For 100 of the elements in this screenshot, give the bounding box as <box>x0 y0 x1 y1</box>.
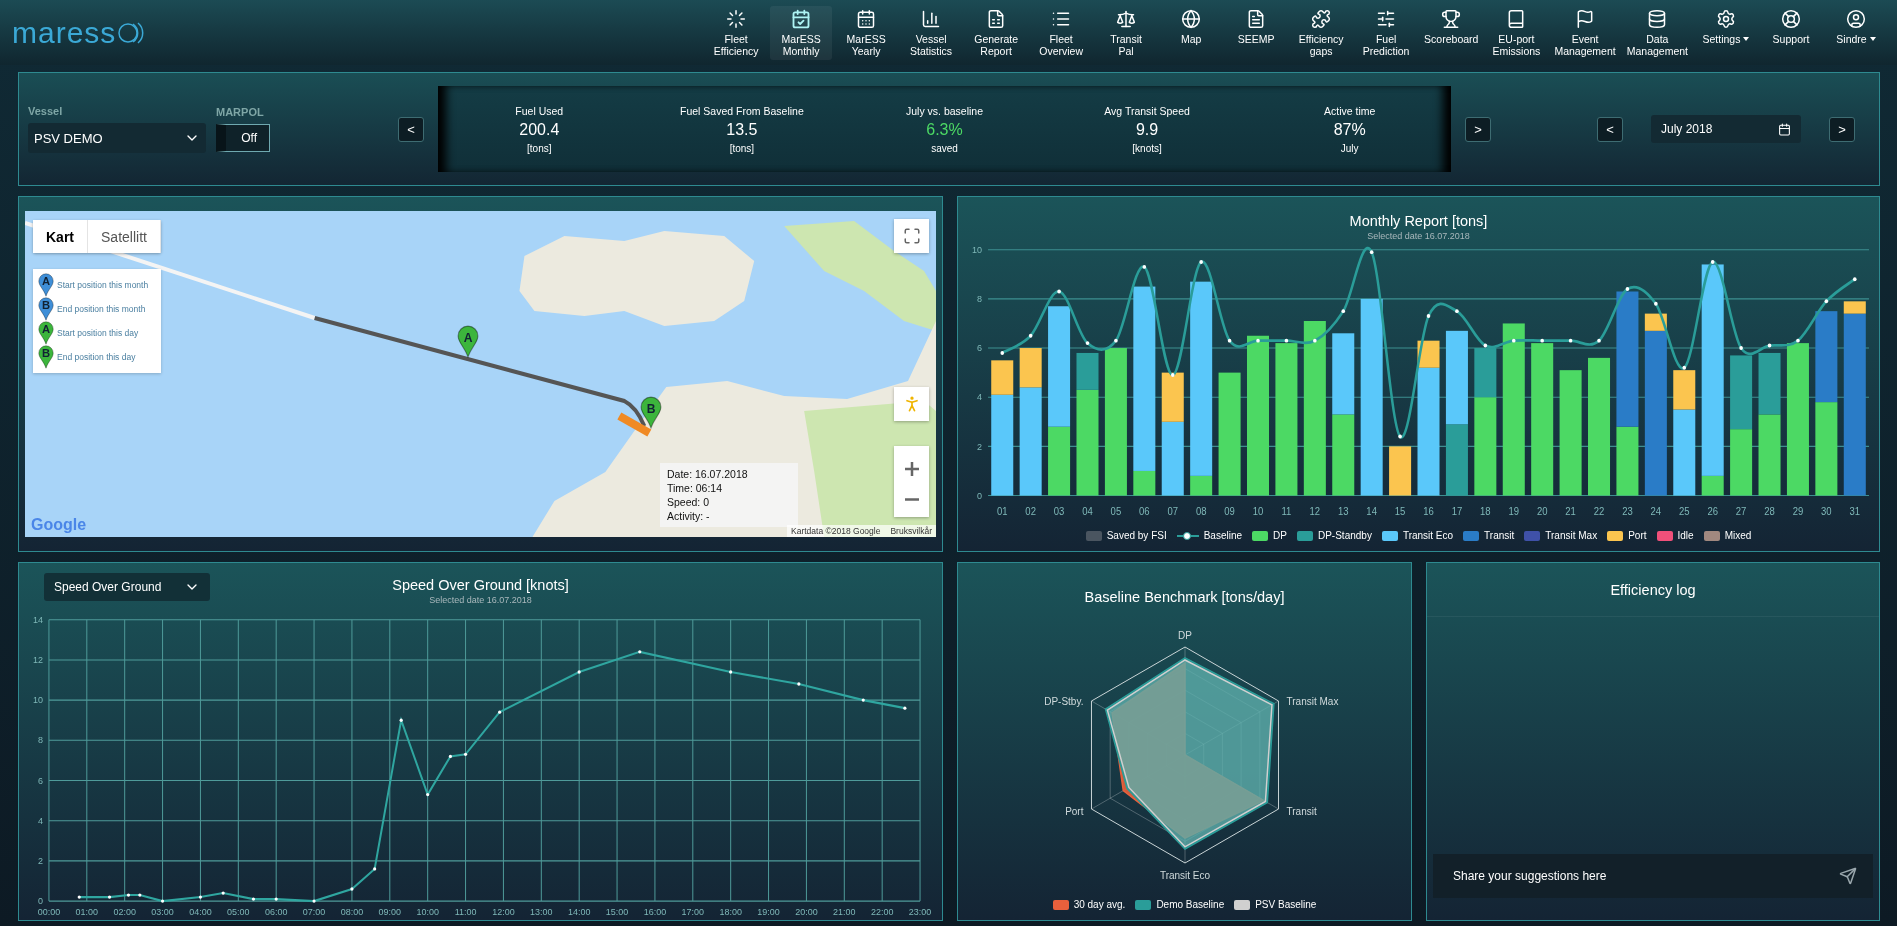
nav-item[interactable]: SEEMP <box>1225 5 1288 48</box>
axis-label: 09:00 <box>378 906 401 917</box>
tooltip-line: Date: 16.07.2018 <box>667 468 749 480</box>
axis-label: 16 <box>1423 505 1434 518</box>
axis-label: 08 <box>1195 505 1207 518</box>
kpi-value: 9.9 <box>1135 120 1159 139</box>
data-point <box>448 754 452 759</box>
nav-item[interactable]: Fleet Efficiency <box>705 5 768 60</box>
nav-item[interactable]: Generate Report <box>965 5 1028 60</box>
lifebuoy-icon <box>1781 8 1801 29</box>
nav-item[interactable]: MarESS Monthly <box>770 5 833 60</box>
dotted-circle-icon <box>726 8 747 29</box>
map-marker[interactable]: B <box>640 396 662 429</box>
nav-item[interactable]: Fuel Prediction <box>1355 5 1418 60</box>
axis-label: Port <box>1064 806 1083 817</box>
data-point <box>1426 314 1431 319</box>
axis-label: 2 <box>37 855 43 867</box>
legend-label: End position this day <box>57 352 136 362</box>
data-point <box>1341 309 1346 314</box>
data-point <box>1625 287 1630 291</box>
calendar-icon <box>856 8 877 29</box>
nav-item[interactable]: Fleet Overview <box>1030 5 1093 60</box>
fullscreen-icon <box>902 227 921 245</box>
nav-item[interactable]: Settings <box>1695 5 1757 48</box>
nav-item[interactable]: EU-port Emissions <box>1485 5 1548 60</box>
previous-button[interactable]: < <box>398 116 424 142</box>
axis-label: 00:00 <box>37 906 61 917</box>
nav-item[interactable]: Scoreboard <box>1420 5 1483 48</box>
suggestion-input[interactable]: Share your suggestions here <box>1433 854 1873 898</box>
marpol-toggle[interactable]: Off <box>216 124 270 152</box>
axis-label: 6 <box>37 775 43 786</box>
data-point <box>221 891 225 895</box>
axis-label: 8 <box>977 292 983 305</box>
sliders-icon <box>1376 8 1397 29</box>
calendar-icon <box>1778 122 1791 136</box>
zoom-in-icon <box>904 462 919 476</box>
axis-label: 16:00 <box>643 906 667 917</box>
axis-label: 22 <box>1593 505 1605 518</box>
nav-item[interactable]: Sindre <box>1825 5 1887 48</box>
bar-chart-icon <box>921 8 942 29</box>
nav-item[interactable]: Support <box>1760 5 1822 48</box>
map-marker[interactable]: A <box>457 325 479 358</box>
legend-label: Saved by FSI <box>1106 530 1167 541</box>
data-point <box>1568 338 1573 343</box>
axis-label: 12 <box>32 654 43 666</box>
axis-label: 17:00 <box>681 906 704 917</box>
nav-item[interactable]: Map <box>1160 5 1223 48</box>
legend-label: DP-Standby <box>1317 530 1372 541</box>
axis-label: 05:00 <box>227 906 250 917</box>
axis-label: 30 <box>1821 505 1832 518</box>
axis-label: 03 <box>1053 505 1065 518</box>
axis-label: 14 <box>32 614 43 625</box>
metric-select[interactable]: Speed Over Ground <box>44 573 210 601</box>
data-point <box>1313 338 1317 343</box>
fullscreen-button[interactable] <box>894 219 929 253</box>
data-point <box>312 899 316 903</box>
next-month-button[interactable]: > <box>1829 116 1855 142</box>
axis-label: 25 <box>1679 505 1690 518</box>
scales-icon <box>1116 8 1137 29</box>
data-point <box>107 895 112 899</box>
kpi-label: Fuel Used <box>515 104 564 117</box>
axis-label: 4 <box>977 391 983 403</box>
nav-item[interactable]: Event Management <box>1550 5 1620 60</box>
legend-label: Start position this month <box>57 280 149 290</box>
data-point <box>1369 250 1374 255</box>
nav-item[interactable]: Data Management <box>1622 5 1692 60</box>
data-point <box>198 895 203 899</box>
axis-label: 19 <box>1508 505 1520 518</box>
axis-label: 14 <box>1366 505 1377 518</box>
next-button[interactable]: > <box>1465 116 1491 142</box>
kpi-value: 87% <box>1333 120 1366 139</box>
zoom-control[interactable] <box>894 446 929 517</box>
axis-label: 0 <box>37 896 43 907</box>
send-icon[interactable] <box>1839 867 1857 885</box>
axis-label: 01 <box>996 505 1008 518</box>
axis-label: 02:00 <box>113 906 136 917</box>
axis-label: 28 <box>1764 505 1775 518</box>
nav-item[interactable]: MarESS Yearly <box>835 5 898 60</box>
data-point <box>274 897 278 901</box>
kpi-unit: [tons] <box>527 142 552 154</box>
chart-title: Baseline Benchmark [tons/day] <box>1084 589 1285 605</box>
data-point <box>903 706 907 710</box>
nav-item[interactable]: Transit Pal <box>1095 5 1158 60</box>
data-point <box>1199 260 1203 264</box>
data-point <box>1085 341 1090 346</box>
nav-item[interactable]: Vessel Statistics <box>900 5 963 60</box>
axis-label: 0 <box>977 489 983 501</box>
map-type-tab[interactable]: Satellitt <box>88 220 161 253</box>
terms-link[interactable]: Bruksvilkår <box>890 526 932 536</box>
nav-item[interactable]: Efficiency gaps <box>1290 5 1353 60</box>
map-type-tab[interactable]: Kart <box>33 220 88 253</box>
data-point <box>1796 338 1800 343</box>
legend-label: Port <box>1628 530 1647 541</box>
kpi-unit: [tons] <box>729 142 755 154</box>
chart-subtitle: Selected date 16.07.2018 <box>1367 231 1470 241</box>
axis-label: 10 <box>972 243 983 256</box>
vessel-select[interactable]: PSV DEMO <box>28 123 206 153</box>
previous-month-button[interactable]: < <box>1597 116 1623 142</box>
tooltip-line: Speed: 0 <box>667 496 711 508</box>
date-field[interactable]: July 2018 <box>1651 115 1801 143</box>
